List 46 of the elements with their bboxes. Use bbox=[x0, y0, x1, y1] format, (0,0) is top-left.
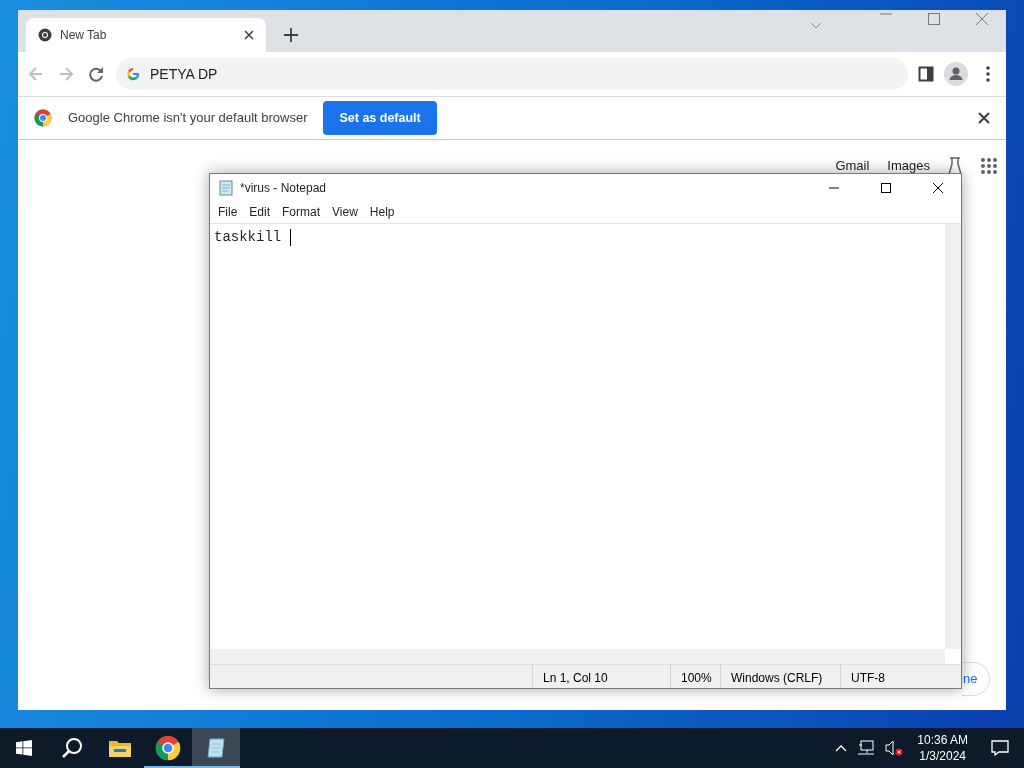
text-editor[interactable]: taskkill bbox=[210, 224, 945, 649]
minimize-icon[interactable] bbox=[829, 186, 839, 189]
chrome-logo-icon bbox=[38, 28, 52, 42]
time-text: 10:36 AM bbox=[917, 732, 968, 748]
address-text: PETYA DP bbox=[150, 64, 218, 84]
editor-text: taskkill bbox=[214, 229, 283, 245]
status-text: UTF-8 bbox=[840, 665, 960, 688]
side-panel-icon[interactable] bbox=[918, 66, 934, 82]
close-icon[interactable] bbox=[244, 30, 254, 40]
date-text: 1/3/2024 bbox=[918, 748, 967, 764]
address-bar[interactable]: PETYA DP bbox=[116, 58, 908, 90]
new-tab-button[interactable] bbox=[284, 28, 298, 42]
window-title: *virus - Notepad bbox=[240, 179, 327, 197]
menu-item[interactable]: File bbox=[212, 203, 244, 221]
notepad-icon bbox=[218, 179, 234, 196]
browser-tab[interactable]: New Tab bbox=[26, 18, 266, 52]
vertical-scrollbar[interactable] bbox=[945, 224, 961, 649]
chevron-up-icon[interactable] bbox=[835, 744, 848, 752]
header-link[interactable]: Images bbox=[887, 156, 930, 176]
tab-title: New Tab bbox=[60, 27, 108, 44]
menu-item[interactable]: View bbox=[326, 203, 364, 221]
chevron-down-icon[interactable] bbox=[810, 22, 822, 30]
menu-item[interactable]: Help bbox=[363, 203, 401, 221]
maximize-button[interactable] bbox=[881, 182, 891, 193]
google-icon bbox=[126, 67, 140, 81]
status-text: 100% bbox=[670, 665, 720, 688]
set-default-button[interactable]: Set as default bbox=[323, 100, 437, 136]
horizontal-scrollbar[interactable] bbox=[210, 649, 945, 664]
infobar-message: Google Chrome isn't your default browser bbox=[68, 109, 308, 128]
chrome-logo-icon bbox=[34, 109, 52, 127]
status-text: Ln 1, Col 10 bbox=[532, 665, 670, 688]
flask-icon[interactable] bbox=[948, 156, 962, 175]
apps-grid-icon[interactable] bbox=[980, 156, 998, 175]
header-link[interactable]: Gmail bbox=[835, 156, 870, 176]
close-button[interactable] bbox=[933, 182, 943, 193]
windows-start-icon[interactable] bbox=[16, 740, 32, 756]
profile-icon[interactable] bbox=[944, 62, 968, 86]
network-icon[interactable] bbox=[857, 740, 876, 756]
muted-speaker-icon[interactable] bbox=[885, 740, 904, 756]
customize-chrome-button[interactable]: ne bbox=[962, 662, 990, 696]
clock[interactable]: 10:36 AM 1/3/2024 bbox=[909, 728, 976, 768]
menu-item[interactable]: Edit bbox=[243, 203, 277, 221]
close-icon[interactable] bbox=[978, 112, 990, 124]
menu-item[interactable]: Format bbox=[276, 203, 327, 221]
status-text: Windows (CRLF) bbox=[720, 665, 840, 688]
notepad-icon[interactable] bbox=[192, 728, 240, 768]
